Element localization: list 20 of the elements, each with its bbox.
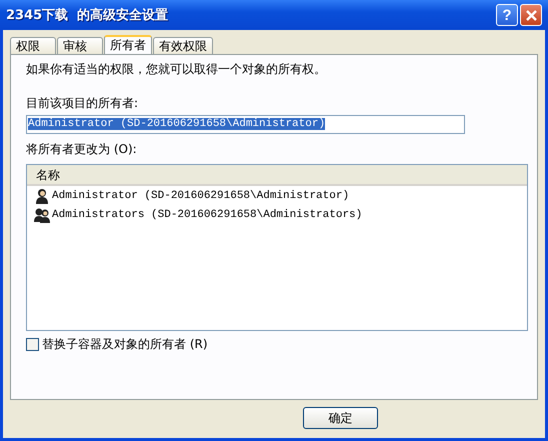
users-icon	[34, 206, 50, 222]
tab[interactable]: 审核	[57, 37, 103, 54]
close-icon	[524, 8, 538, 22]
owner-field[interactable]: Administrator (SD-201606291658\Administrator)	[26, 115, 465, 134]
user-icon	[34, 188, 50, 204]
tab[interactable]: 权限	[10, 37, 56, 54]
intro-text: 如果你有适当的权限，您就可以取得一个对象的所有权。	[26, 61, 326, 78]
replace-checkbox[interactable]: 替换子容器及对象的所有者 (R)	[26, 336, 208, 353]
field-label: 目前该项目的所有者:	[26, 95, 138, 112]
checkbox[interactable]	[26, 338, 39, 351]
tab[interactable]: 有效权限	[153, 37, 213, 54]
list-row[interactable]: Administrator (SD-201606291658\Administrator)	[27, 186, 527, 205]
column-header[interactable]: 名称	[27, 165, 69, 184]
list-label: 将所有者更改为 (O):	[26, 141, 137, 158]
ok-button[interactable]: 确定	[303, 407, 378, 429]
help-button[interactable]: ?	[496, 4, 518, 26]
tab[interactable]: 所有者	[104, 35, 152, 54]
close-button[interactable]	[520, 4, 542, 26]
window-title: 2345下载 的高级安全设置	[6, 6, 168, 24]
list-row[interactable]: Administrators (SD-201606291658\Administrators)	[27, 205, 527, 224]
